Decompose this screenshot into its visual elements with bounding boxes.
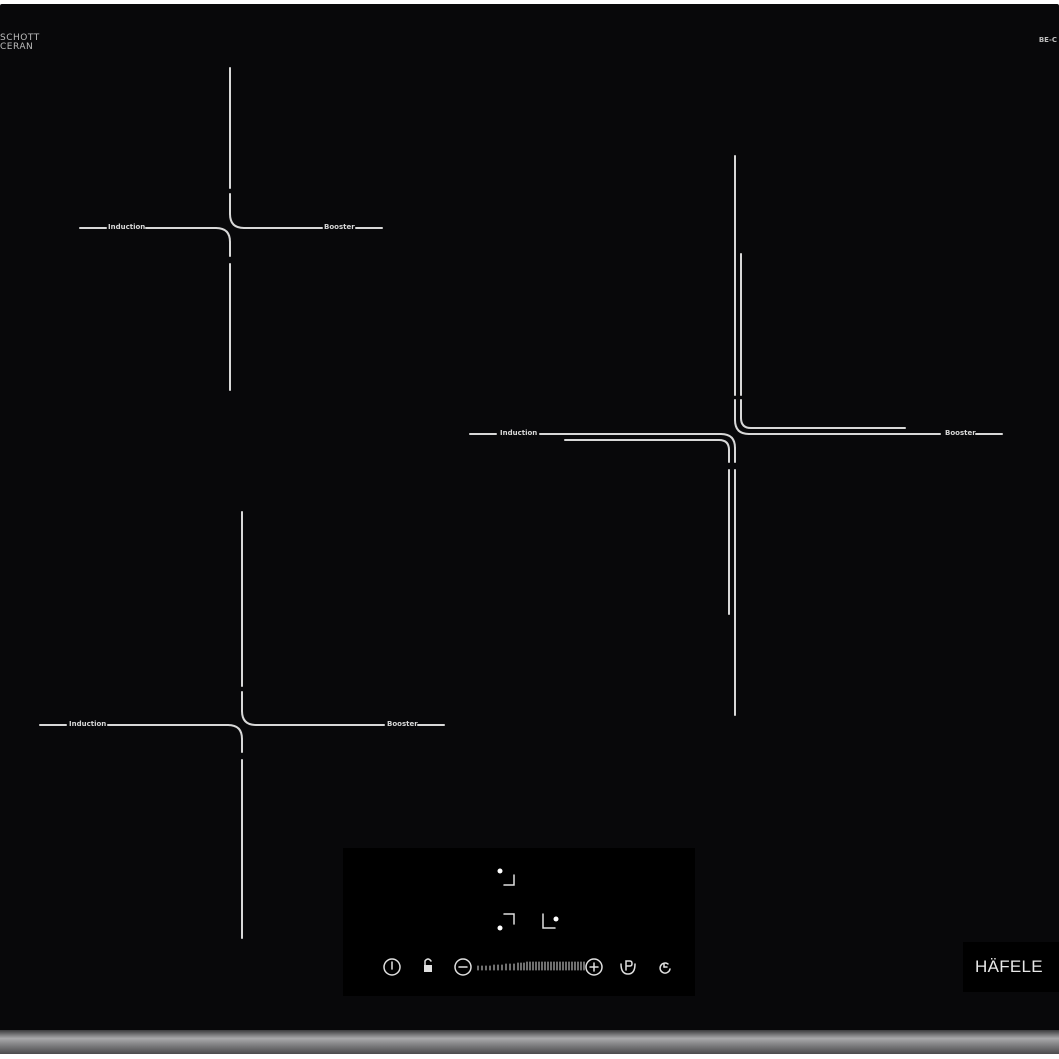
zone-label-booster: Booster	[387, 720, 418, 728]
power-level-slider[interactable]	[477, 961, 585, 971]
brand-logo-badge: HÄFELE	[963, 942, 1059, 992]
zone-label-induction: Induction	[500, 429, 537, 437]
power-icon[interactable]	[383, 958, 401, 976]
zone-marking-corner	[241, 710, 257, 726]
zone-select-front-right-icon[interactable]	[542, 913, 559, 929]
zone-label-induction: Induction	[69, 720, 106, 728]
zone-marking-corner	[227, 724, 243, 740]
control-panel-graphics	[383, 868, 671, 976]
timer-icon[interactable]	[659, 962, 671, 974]
zone-select-front-left-icon[interactable]	[497, 913, 515, 931]
zone-label-booster: Booster	[324, 223, 355, 231]
zone-marking-corner	[718, 439, 730, 451]
zone-select-rear-icon[interactable]	[497, 868, 515, 886]
plus-icon[interactable]	[585, 958, 603, 976]
pause-icon[interactable]	[620, 960, 636, 975]
zone-label-induction: Induction	[108, 223, 145, 231]
zone-marking-corner	[229, 213, 245, 229]
zone-label-booster: Booster	[945, 429, 976, 437]
brand-logo: HÄFELE	[975, 957, 1043, 976]
minus-icon[interactable]	[454, 958, 472, 976]
cooking-zone-right-large[interactable]	[469, 155, 1003, 716]
lock-icon[interactable]	[424, 958, 432, 972]
zone-marking-corner	[215, 227, 231, 243]
touch-control-panel	[343, 848, 695, 996]
zone-marking-corner	[740, 417, 752, 429]
